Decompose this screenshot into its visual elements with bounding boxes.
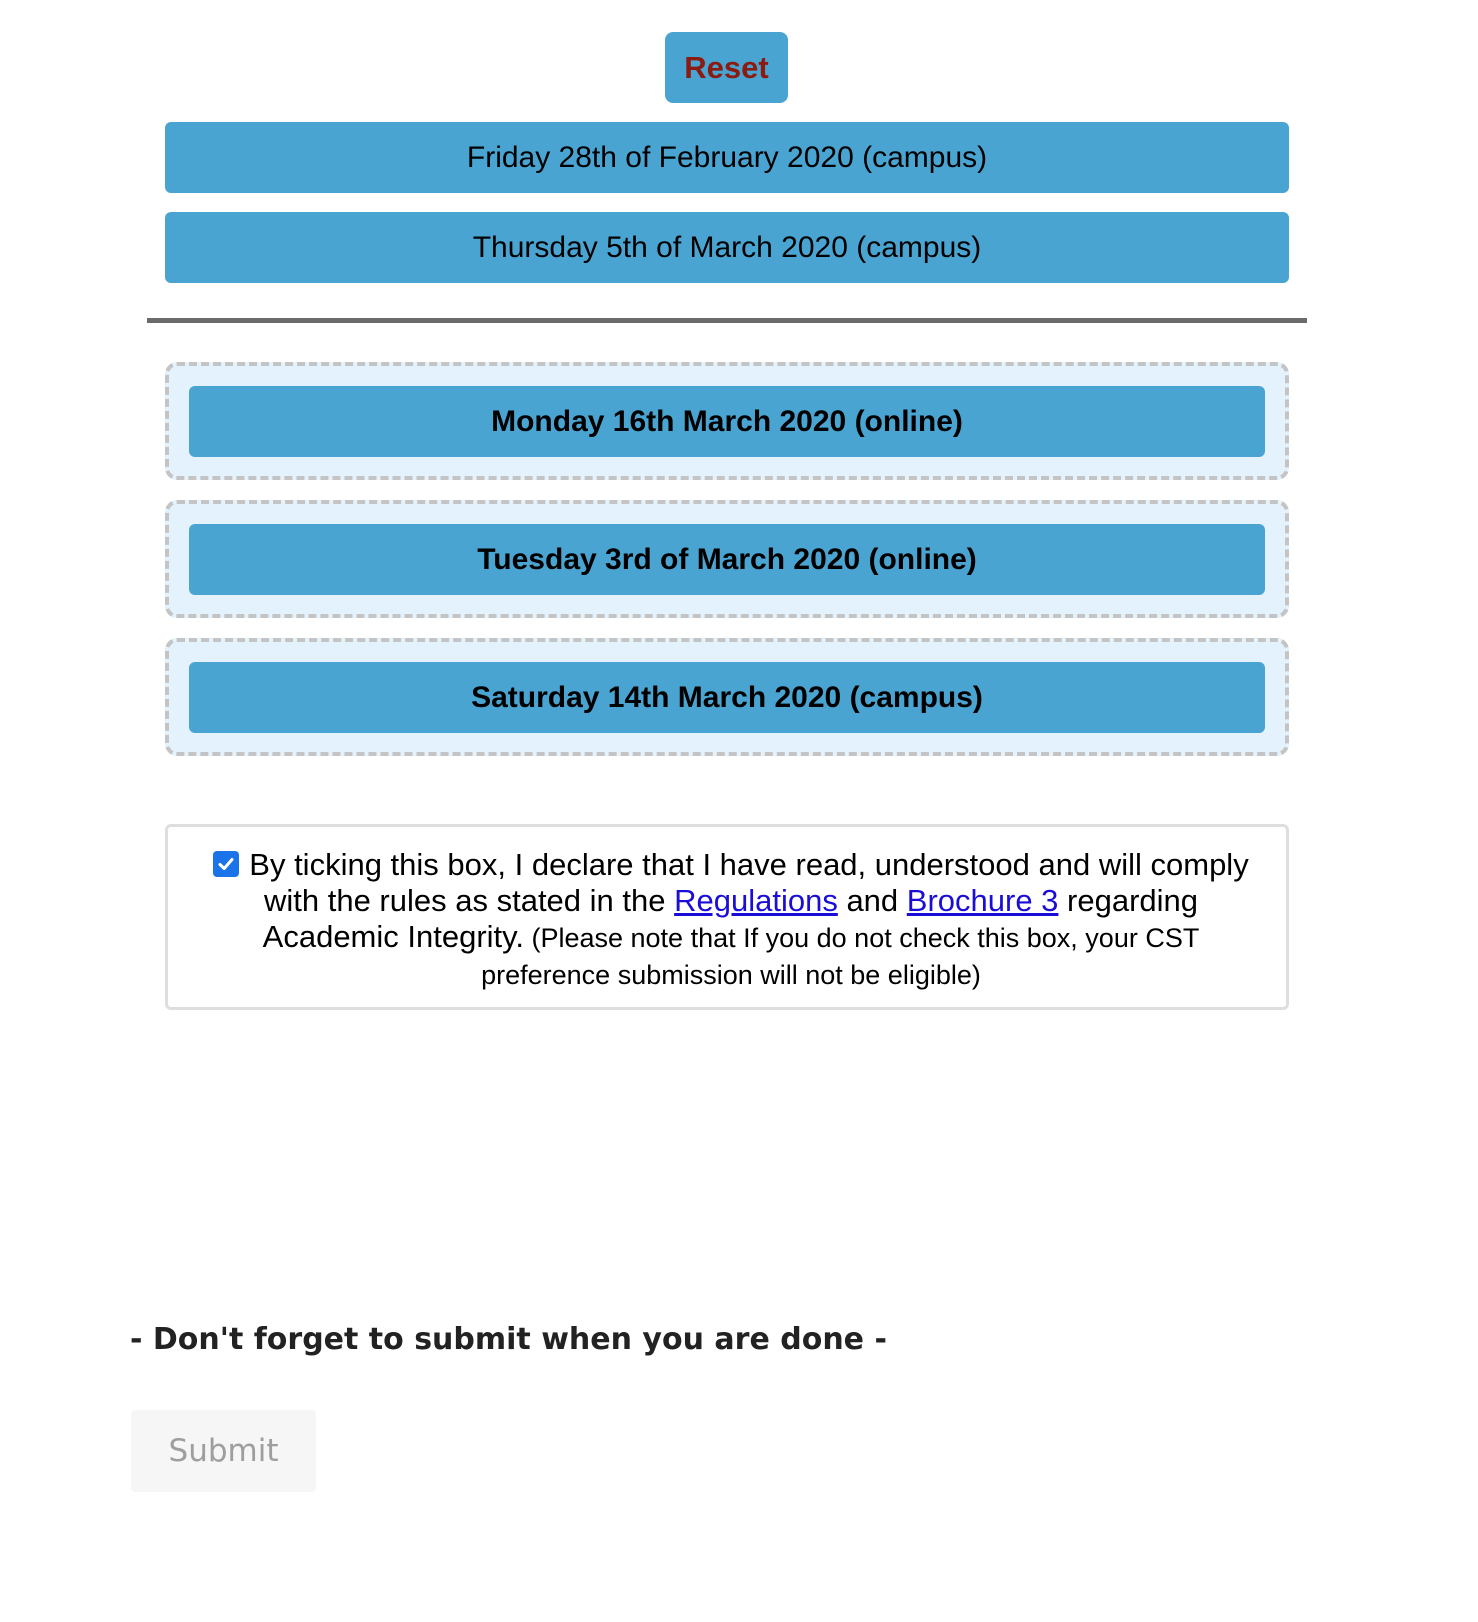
date-option-friday-28-feb[interactable]: Friday 28th of February 2020 (campus) [165,122,1289,193]
preference-slot-3[interactable]: Saturday 14th March 2020 (campus) [165,638,1289,756]
checkmark-icon [218,858,234,870]
section-divider [147,318,1307,323]
declaration-text-and: and [837,883,907,918]
preference-item-saturday-14-mar[interactable]: Saturday 14th March 2020 (campus) [189,662,1265,733]
regulations-link[interactable]: Regulations [674,883,838,918]
declaration-note: (Please note that If you do not check th… [481,923,1200,990]
preference-slot-2[interactable]: Tuesday 3rd of March 2020 (online) [165,500,1289,618]
preference-item-monday-16-mar[interactable]: Monday 16th March 2020 (online) [189,386,1265,457]
declaration-box: By ticking this box, I declare that I ha… [165,824,1289,1010]
reset-button[interactable]: Reset [665,32,788,103]
declaration-text: By ticking this box, I declare that I ha… [196,847,1266,993]
preference-slot-1[interactable]: Monday 16th March 2020 (online) [165,362,1289,480]
declaration-checkbox[interactable] [213,851,240,877]
submit-reminder: - Don't forget to submit when you are do… [130,1322,887,1357]
preference-item-tuesday-3-mar[interactable]: Tuesday 3rd of March 2020 (online) [189,524,1265,595]
submit-button[interactable]: Submit [131,1410,316,1492]
brochure-3-link[interactable]: Brochure 3 [907,883,1059,918]
date-option-thursday-5-mar[interactable]: Thursday 5th of March 2020 (campus) [165,212,1289,283]
